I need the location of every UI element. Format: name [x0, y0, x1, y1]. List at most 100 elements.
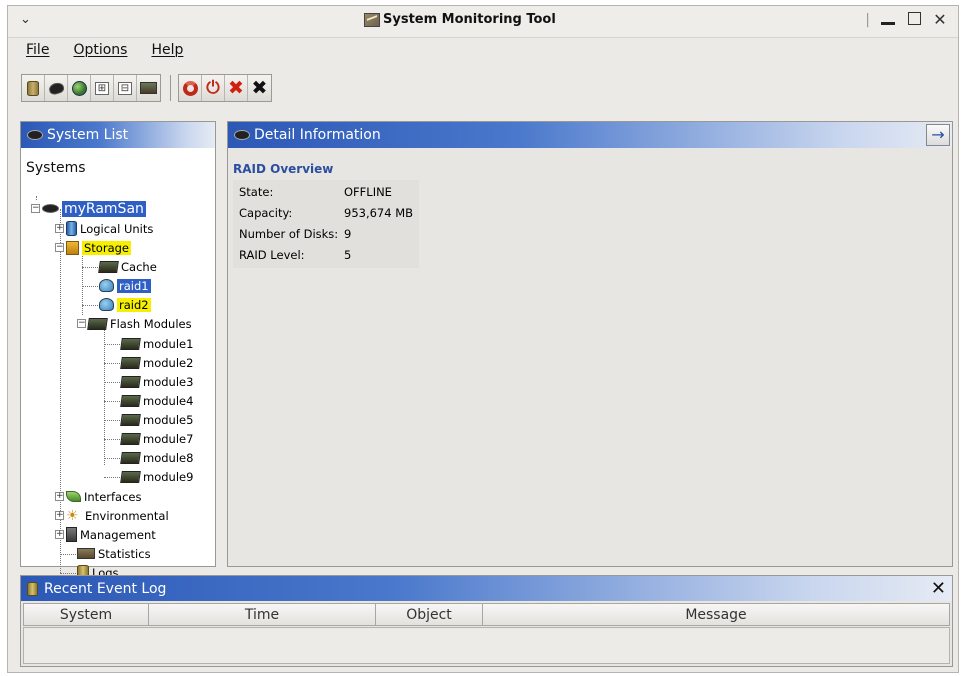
window-title: System Monitoring Tool	[383, 12, 556, 27]
delete-button[interactable]: ✖	[225, 75, 248, 101]
close-window-button[interactable]: ✕	[932, 10, 948, 29]
memory-card-icon	[120, 432, 141, 445]
memory-card-icon	[120, 375, 141, 388]
tree-node-module[interactable]: module8	[120, 448, 193, 467]
tree-node-storage[interactable]: − Storage	[55, 238, 131, 257]
column-header-message[interactable]: Message	[483, 603, 950, 626]
info-value: 5	[344, 248, 352, 262]
menu-file[interactable]: File	[26, 42, 49, 62]
tree-line	[104, 344, 122, 345]
system-list-panel: System List Systems − myRamSan + Logical…	[20, 121, 216, 580]
column-header-time[interactable]: Time	[149, 603, 376, 626]
info-row-disks: Number of Disks: 9	[239, 227, 351, 241]
tree-node-logical-units[interactable]: + Logical Units	[55, 219, 153, 238]
tree-node-label: Storage	[82, 240, 131, 255]
tree-line	[104, 327, 105, 465]
globe-button[interactable]	[68, 75, 91, 101]
disc-icon	[27, 130, 43, 140]
close-toolbar-button[interactable]: ✖	[248, 75, 271, 101]
expand-toggle[interactable]: +	[55, 224, 64, 233]
system-list-title: System List	[47, 127, 129, 143]
disc-button[interactable]	[45, 75, 68, 101]
info-key: Capacity:	[239, 206, 293, 220]
tree-node-myramsan[interactable]: − myRamSan	[31, 199, 146, 218]
database-button[interactable]	[22, 75, 45, 101]
memory-card-icon	[120, 470, 141, 483]
power-icon: ⏻	[206, 78, 220, 98]
tree-line	[104, 401, 122, 402]
tree-node-module[interactable]: module1	[120, 334, 193, 353]
tree-node-flash-modules[interactable]: − Flash Modules	[77, 314, 192, 333]
disc-icon	[42, 204, 59, 213]
info-key: Number of Disks:	[239, 227, 339, 241]
delete-icon: ✖	[228, 77, 244, 99]
expand-tree-icon: ⊞	[95, 81, 109, 95]
disc-icon	[234, 130, 250, 140]
event-log-title: Recent Event Log	[44, 580, 167, 597]
maximize-button[interactable]	[906, 10, 922, 29]
column-header-object[interactable]: Object	[376, 603, 483, 626]
event-log-table-header: System Time Object Message	[23, 603, 950, 626]
info-row-raid-level: RAID Level: 5	[239, 248, 351, 262]
menu-help[interactable]: Help	[151, 42, 183, 62]
event-log-panel: Recent Event Log ✕ System Time Object Me…	[20, 575, 953, 667]
title-bar: ⌄ System Monitoring Tool | ✕	[8, 6, 958, 38]
toolbar: ⊞ ⊟ ⏻ ✖ ✖	[21, 74, 272, 102]
tree-line	[104, 477, 122, 478]
tree-node-module[interactable]: module2	[120, 353, 194, 372]
detail-navigate-button[interactable]: →	[926, 124, 950, 146]
memory-card-icon	[120, 451, 141, 464]
expand-toggle[interactable]: +	[55, 530, 64, 539]
tree-node-module[interactable]: module9	[120, 467, 193, 486]
interface-icon	[66, 491, 81, 502]
memory-card-icon	[87, 317, 108, 330]
tree-node-module[interactable]: module7	[120, 429, 194, 448]
tree-node-statistics[interactable]: Statistics	[77, 544, 151, 563]
toolbar-separator	[170, 75, 171, 101]
tree-line	[104, 363, 122, 364]
event-log-body[interactable]	[23, 627, 950, 664]
tree-node-raid2[interactable]: raid2	[99, 295, 151, 314]
tree-node-raid1[interactable]: raid1	[99, 276, 151, 295]
close-event-log-button[interactable]: ✕	[931, 578, 946, 599]
power-button[interactable]: ⏻	[202, 75, 225, 101]
memory-card-icon	[120, 413, 141, 426]
expand-toggle[interactable]: +	[55, 492, 64, 501]
section-title: RAID Overview	[233, 162, 334, 176]
tree-node-module[interactable]: module4	[120, 391, 193, 410]
minimize-button[interactable]	[880, 10, 896, 29]
tree-line	[82, 267, 100, 268]
collapse-toggle[interactable]: −	[55, 243, 64, 252]
tree-node-label: module2	[143, 355, 194, 370]
raid-icon	[99, 298, 114, 311]
database-icon	[27, 80, 39, 96]
toolbar-group-actions: ⏻ ✖ ✖	[178, 74, 272, 102]
tree-line	[104, 458, 122, 459]
tree-node-cache[interactable]: Cache	[98, 257, 157, 276]
expand-tree-button[interactable]: ⊞	[91, 75, 114, 101]
tree-node-label: myRamSan	[62, 200, 146, 217]
log-icon	[27, 581, 38, 596]
tree-line	[60, 554, 78, 555]
collapse-toggle[interactable]: −	[77, 319, 86, 328]
column-header-system[interactable]: System	[23, 603, 149, 626]
tree-node-interfaces[interactable]: + Interfaces	[55, 487, 141, 506]
info-row-capacity: Capacity: 953,674 MB	[239, 206, 413, 220]
collapse-tree-button[interactable]: ⊟	[114, 75, 137, 101]
chart-button[interactable]	[137, 75, 160, 101]
disc-icon	[47, 80, 65, 96]
tree-node-environmental[interactable]: + ☀ Environmental	[55, 506, 169, 525]
menu-options[interactable]: Options	[73, 42, 127, 62]
expand-toggle[interactable]: +	[55, 511, 64, 520]
tree-node-module[interactable]: module5	[120, 410, 193, 429]
tree-node-management[interactable]: + Management	[55, 525, 156, 544]
window-menu-button[interactable]: ⌄	[20, 12, 31, 27]
system-tree: Systems − myRamSan + Logical Units − Sto…	[21, 149, 215, 580]
title-area: System Monitoring Tool	[364, 12, 556, 27]
refresh-button[interactable]	[179, 75, 202, 101]
detail-panel: Detail Information → RAID Overview State…	[227, 121, 953, 567]
tree-node-label: module7	[143, 431, 194, 446]
collapse-toggle[interactable]: −	[31, 204, 40, 213]
tree-node-module[interactable]: module3	[120, 372, 193, 391]
close-icon: ✖	[251, 77, 268, 99]
